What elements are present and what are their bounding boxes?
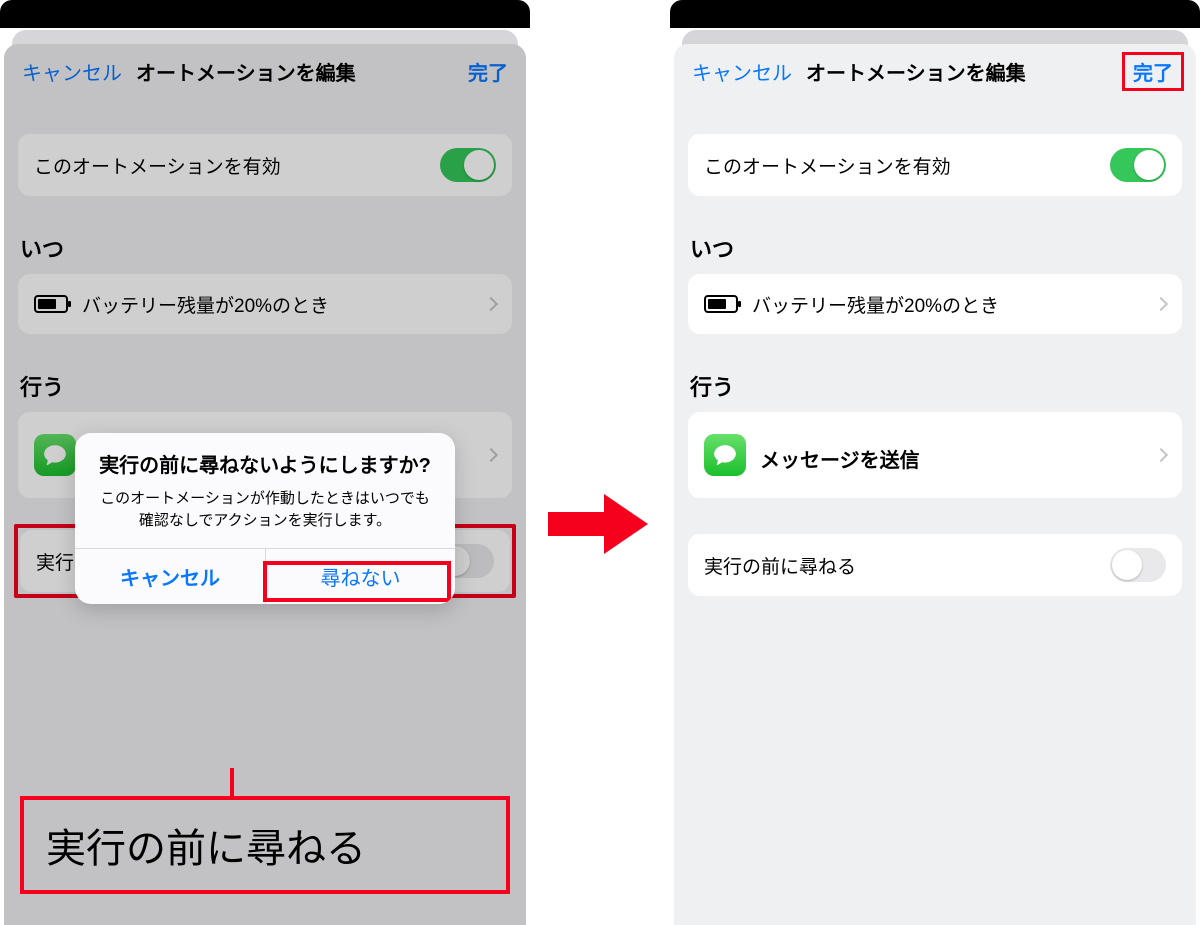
row-label: このオートメーションを有効 (704, 152, 1110, 179)
when-condition-row[interactable]: バッテリー残量が20%のとき (688, 274, 1182, 334)
sheet-content-right: キャンセル オートメーションを編集 完了 このオートメーションを有効 いつ バッ… (674, 44, 1196, 925)
section-when-title: いつ (674, 232, 1196, 274)
do-action-title: メッセージを送信 (760, 444, 1148, 473)
row-enable-automation: このオートメーションを有効 (688, 134, 1182, 196)
page-title: オートメーションを編集 (806, 57, 1122, 86)
row-label: 実行の前に尋ねる (704, 552, 1110, 579)
confirm-alert: 実行の前に尋ねないようにしますか? このオートメーションが作動したときはいつでも… (75, 433, 455, 604)
nav-bar: キャンセル オートメーションを編集 完了 (674, 44, 1196, 98)
do-action-row[interactable]: メッセージを送信 (688, 412, 1182, 498)
alert-message: このオートメーションが作動したときはいつでも確認なしでアクションを実行します。 (95, 488, 435, 532)
toggle-enable[interactable] (1110, 148, 1166, 182)
done-button[interactable]: 完了 (1122, 52, 1184, 91)
status-bar (670, 0, 1200, 28)
messages-app-icon (704, 434, 746, 476)
transition-arrow-icon (548, 492, 648, 556)
section-do-title: 行う (674, 370, 1196, 412)
alert-cancel-button[interactable]: キャンセル (75, 549, 265, 604)
alert-confirm-button[interactable]: 尋ねない (265, 549, 455, 604)
phone-screen-left: キャンセル オートメーションを編集 完了 このオートメーションを有効 いつ バッ… (0, 0, 530, 925)
toggle-ask-before[interactable] (1110, 548, 1166, 582)
row-ask-before: 実行の前に尋ねる (688, 534, 1182, 596)
phone-screen-right: キャンセル オートメーションを編集 完了 このオートメーションを有効 いつ バッ… (670, 0, 1200, 925)
chevron-right-icon (1154, 297, 1168, 311)
alert-backdrop: 実行の前に尋ねないようにしますか? このオートメーションが作動したときはいつでも… (0, 28, 530, 925)
chevron-right-icon (1154, 448, 1168, 462)
when-condition-label: バッテリー残量が20%のとき (752, 291, 1148, 318)
battery-icon (704, 295, 738, 313)
status-bar (0, 0, 530, 28)
cancel-button[interactable]: キャンセル (692, 57, 792, 86)
alert-title: 実行の前に尋ねないようにしますか? (95, 453, 435, 480)
